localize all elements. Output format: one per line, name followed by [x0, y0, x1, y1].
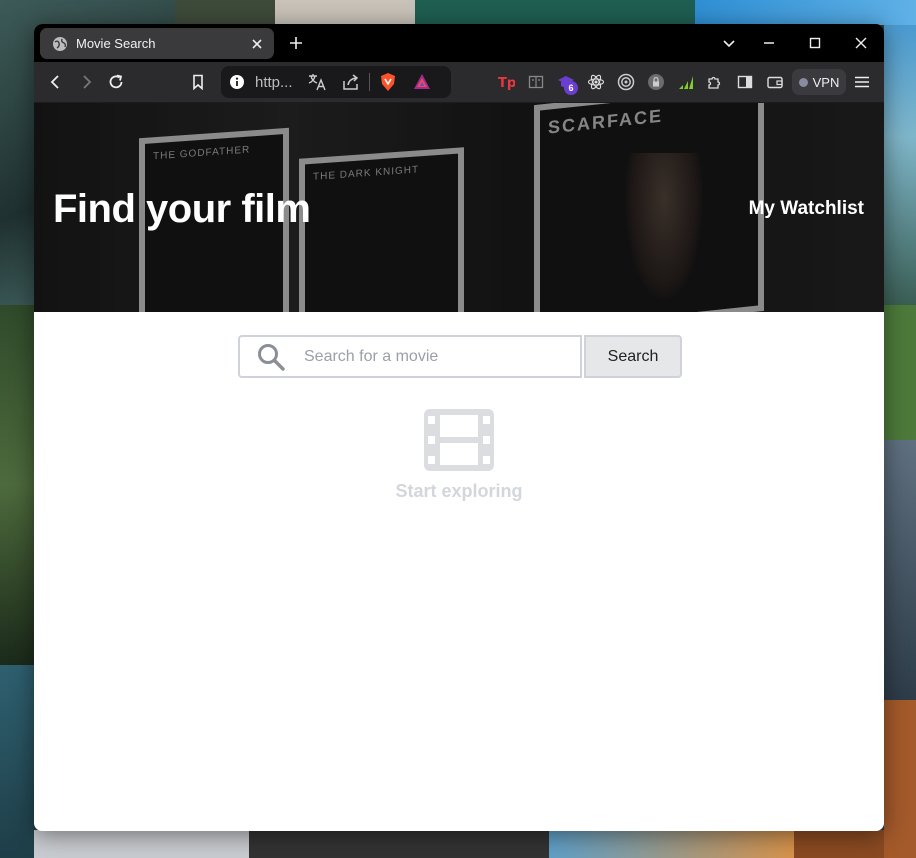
chevron-down-icon: [723, 40, 735, 48]
browser-window: Movie Search http... Tp 6 VPN THE GODFAT…: [34, 24, 884, 831]
maximize-icon: [809, 37, 821, 49]
close-icon: [855, 37, 867, 49]
sidebar-button[interactable]: [735, 72, 755, 92]
address-bar[interactable]: http...: [221, 66, 451, 98]
vpn-button[interactable]: VPN: [792, 69, 846, 95]
wallet-icon: [767, 76, 783, 89]
new-tab-icon[interactable]: [288, 35, 304, 51]
svg-text:Tp: Tp: [498, 76, 515, 91]
search-icon: [258, 343, 285, 371]
hamburger-menu-icon: [855, 76, 869, 88]
lock-icon: [648, 74, 664, 90]
search-field[interactable]: [238, 335, 582, 378]
extension-tp-button[interactable]: Tp: [496, 72, 516, 92]
bookmark-icon: [193, 74, 203, 91]
tp-extension-icon: Tp: [498, 76, 515, 91]
brave-rewards-icon[interactable]: [412, 72, 432, 92]
extension-react-button[interactable]: [586, 72, 606, 92]
brave-shields-icon[interactable]: [378, 72, 398, 92]
reload-button[interactable]: [106, 72, 126, 92]
empty-state: Start exploring: [34, 409, 884, 502]
info-icon[interactable]: [229, 74, 245, 90]
browser-toolbar: http... Tp 6 VPN: [34, 62, 884, 103]
arrow-right-icon: [83, 75, 92, 89]
tab-movie-search[interactable]: Movie Search: [40, 28, 274, 59]
film-icon: [424, 409, 494, 471]
close-tab-icon[interactable]: [250, 37, 264, 51]
extension-reader-button[interactable]: [526, 72, 546, 92]
globe-icon: [53, 36, 67, 51]
sidebar-icon: [737, 75, 753, 89]
signal-chart-icon: [679, 76, 693, 89]
search-button[interactable]: Search: [584, 335, 682, 378]
bookmark-button[interactable]: [188, 72, 208, 92]
close-window-button[interactable]: [838, 24, 884, 62]
extension-target-button[interactable]: [616, 72, 636, 92]
my-watchlist-link[interactable]: My Watchlist: [749, 198, 864, 220]
vpn-status-icon: [798, 77, 808, 87]
minimize-icon: [764, 42, 774, 44]
puzzle-icon: [708, 76, 721, 89]
tab-title: Movie Search: [76, 36, 156, 51]
empty-state-label: Start exploring: [395, 481, 523, 501]
url-text[interactable]: http...: [255, 74, 295, 91]
wallet-button[interactable]: [765, 72, 785, 92]
share-icon[interactable]: [341, 72, 361, 92]
reload-icon: [109, 74, 123, 89]
hero-banner: THE GODFATHER THE DARK KNIGHT SCARFACE F…: [34, 103, 884, 312]
extension-chart-button[interactable]: [676, 72, 696, 92]
maximize-button[interactable]: [792, 24, 838, 62]
extensions-button[interactable]: [705, 72, 725, 92]
tab-bar: Movie Search: [34, 24, 884, 62]
search-input[interactable]: [304, 347, 564, 366]
translate-icon[interactable]: [307, 72, 327, 92]
minimize-button[interactable]: [746, 24, 792, 62]
reader-icon: [528, 75, 544, 89]
page-title: Find your film: [53, 187, 311, 231]
search-form: Search: [238, 335, 682, 378]
react-icon: [587, 74, 605, 90]
extension-lock-button[interactable]: [646, 72, 666, 92]
arrow-left-icon: [50, 75, 59, 89]
extension-badge: 6: [564, 81, 578, 95]
vpn-label: VPN: [812, 74, 840, 90]
back-button[interactable]: [46, 72, 66, 92]
menu-button[interactable]: [852, 72, 872, 92]
target-icon: [617, 73, 635, 91]
forward-button[interactable]: [76, 72, 96, 92]
